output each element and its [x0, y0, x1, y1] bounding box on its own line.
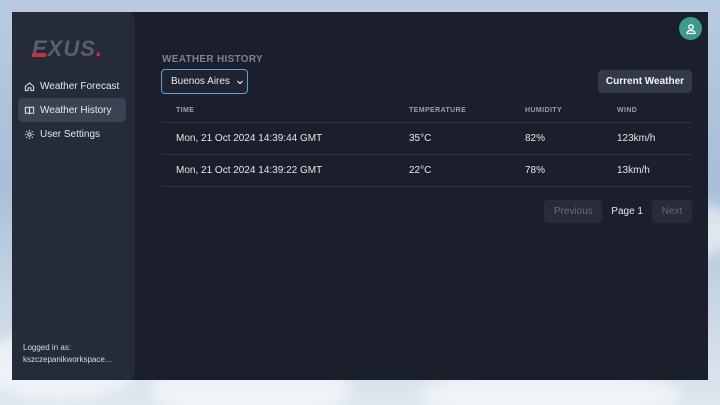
pagination: Previous Page 1 Next [544, 200, 692, 223]
chevron-down-icon [236, 78, 244, 86]
cell-temperature: 22°C [395, 154, 511, 187]
sidebar-item-weather-forecast[interactable]: Weather Forecast [18, 74, 126, 98]
page-title: WEATHER HISTORY [162, 54, 263, 65]
city-select-value: Buenos Aires [171, 76, 230, 87]
app-window: EXUS. Weather Forecast Weather History U… [12, 12, 708, 380]
column-header-humidity[interactable]: HUMIDITY [511, 100, 603, 123]
sidebar-nav: Weather Forecast Weather History User Se… [18, 74, 126, 146]
sidebar-item-label: Weather History [40, 104, 112, 116]
sidebar-item-label: Weather Forecast [40, 80, 120, 92]
login-username-overflow [23, 366, 119, 372]
brand-logo: EXUS. [32, 36, 112, 64]
cell-humidity: 82% [511, 122, 603, 155]
city-select[interactable]: Buenos Aires [161, 69, 248, 94]
previous-page-button[interactable]: Previous [544, 200, 603, 223]
gear-icon [24, 129, 35, 140]
sidebar-item-user-settings[interactable]: User Settings [18, 122, 126, 146]
current-weather-button[interactable]: Current Weather [598, 70, 692, 93]
table-row: Mon, 21 Oct 2024 14:39:22 GMT 22°C 78% 1… [162, 154, 691, 187]
logo-text: EXUS [32, 36, 96, 61]
main-content: WEATHER HISTORY Buenos Aires Current Wea… [135, 12, 708, 380]
home-icon [24, 81, 35, 92]
cell-humidity: 78% [511, 154, 603, 187]
column-header-wind[interactable]: WIND [603, 100, 691, 123]
sidebar-item-label: User Settings [40, 128, 101, 140]
user-avatar-button[interactable] [679, 17, 702, 40]
login-info: Logged in as: kszczepanikworkspace... [23, 342, 119, 372]
cell-time: Mon, 21 Oct 2024 14:39:22 GMT [162, 154, 395, 187]
table-header-row: TIME TEMPERATURE HUMIDITY WIND [162, 100, 691, 123]
column-header-time[interactable]: TIME [162, 100, 395, 123]
cell-wind: 13km/h [603, 154, 691, 187]
next-page-button[interactable]: Next [652, 200, 692, 223]
login-label: Logged in as: [23, 343, 72, 352]
cell-temperature: 35°C [395, 122, 511, 155]
table-row: Mon, 21 Oct 2024 14:39:44 GMT 35°C 82% 1… [162, 122, 691, 155]
column-header-temperature[interactable]: TEMPERATURE [395, 100, 511, 123]
sidebar-item-weather-history[interactable]: Weather History [18, 98, 126, 122]
login-username: kszczepanikworkspace... [23, 355, 112, 364]
page-indicator: Page 1 [611, 206, 643, 217]
cell-time: Mon, 21 Oct 2024 14:39:44 GMT [162, 122, 395, 155]
user-icon [685, 23, 696, 34]
sidebar: EXUS. Weather Forecast Weather History U… [12, 12, 135, 380]
logo-accent-bar [32, 53, 46, 57]
cell-wind: 123km/h [603, 122, 691, 155]
book-icon [24, 105, 35, 116]
weather-history-table: TIME TEMPERATURE HUMIDITY WIND Mon, 21 O… [162, 100, 691, 187]
logo-dot: . [95, 36, 104, 61]
